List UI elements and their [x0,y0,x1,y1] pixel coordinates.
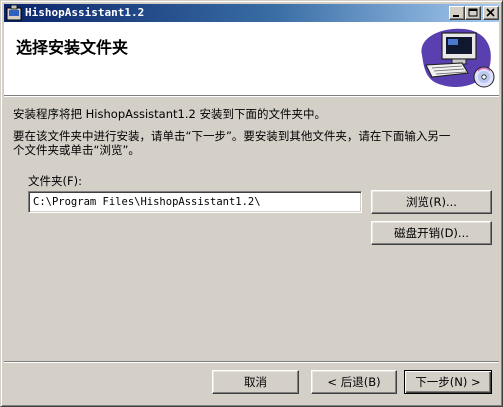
back-button[interactable]: < 后退(B) [311,370,397,394]
header-divider [4,95,499,97]
close-button[interactable] [483,6,499,20]
minimize-button[interactable] [449,6,465,20]
folder-label: 文件夹(F): [28,174,82,188]
computer-cd-icon [421,28,495,88]
browse-button[interactable]: 浏览(R)... [371,190,492,214]
title-bar[interactable]: HishopAssistant1.2 [4,4,499,22]
close-icon [486,8,495,17]
installer-window: HishopAssistant1.2 选择安装文件夹 安装程序将把 Hishop… [0,0,503,407]
header-panel: 选择安装文件夹 [4,22,499,95]
next-button-label: 下一步(N) > [415,375,481,389]
install-location-text: 安装程序将把 HishopAssistant1.2 安装到下面的文件夹中。 [13,107,326,121]
installer-icon [6,5,22,21]
cancel-button-label: 取消 [244,375,267,389]
browse-button-label: 浏览(R)... [406,195,457,209]
maximize-button[interactable] [465,6,481,20]
page-title: 选择安装文件夹 [16,38,129,57]
disk-cost-button-label: 磁盘开销(D)... [394,226,469,240]
footer-divider [4,361,499,363]
cancel-button[interactable]: 取消 [212,370,299,394]
back-button-label: < 后退(B) [327,375,381,389]
window-title: HishopAssistant1.2 [25,6,145,19]
next-button[interactable]: 下一步(N) > [404,370,492,394]
instruction-text-line1: 要在该文件夹中进行安装，请单击“下一步”。要安装到其他文件夹，请在下面输入另一 [13,129,451,143]
instruction-text-line2: 个文件夹或单击“浏览”。 [13,143,140,157]
folder-path-input[interactable]: C:\Program Files\HishopAssistant1.2\ [28,191,362,213]
disk-cost-button[interactable]: 磁盘开销(D)... [371,221,492,245]
minimize-icon [453,15,459,17]
maximize-icon [468,8,478,17]
